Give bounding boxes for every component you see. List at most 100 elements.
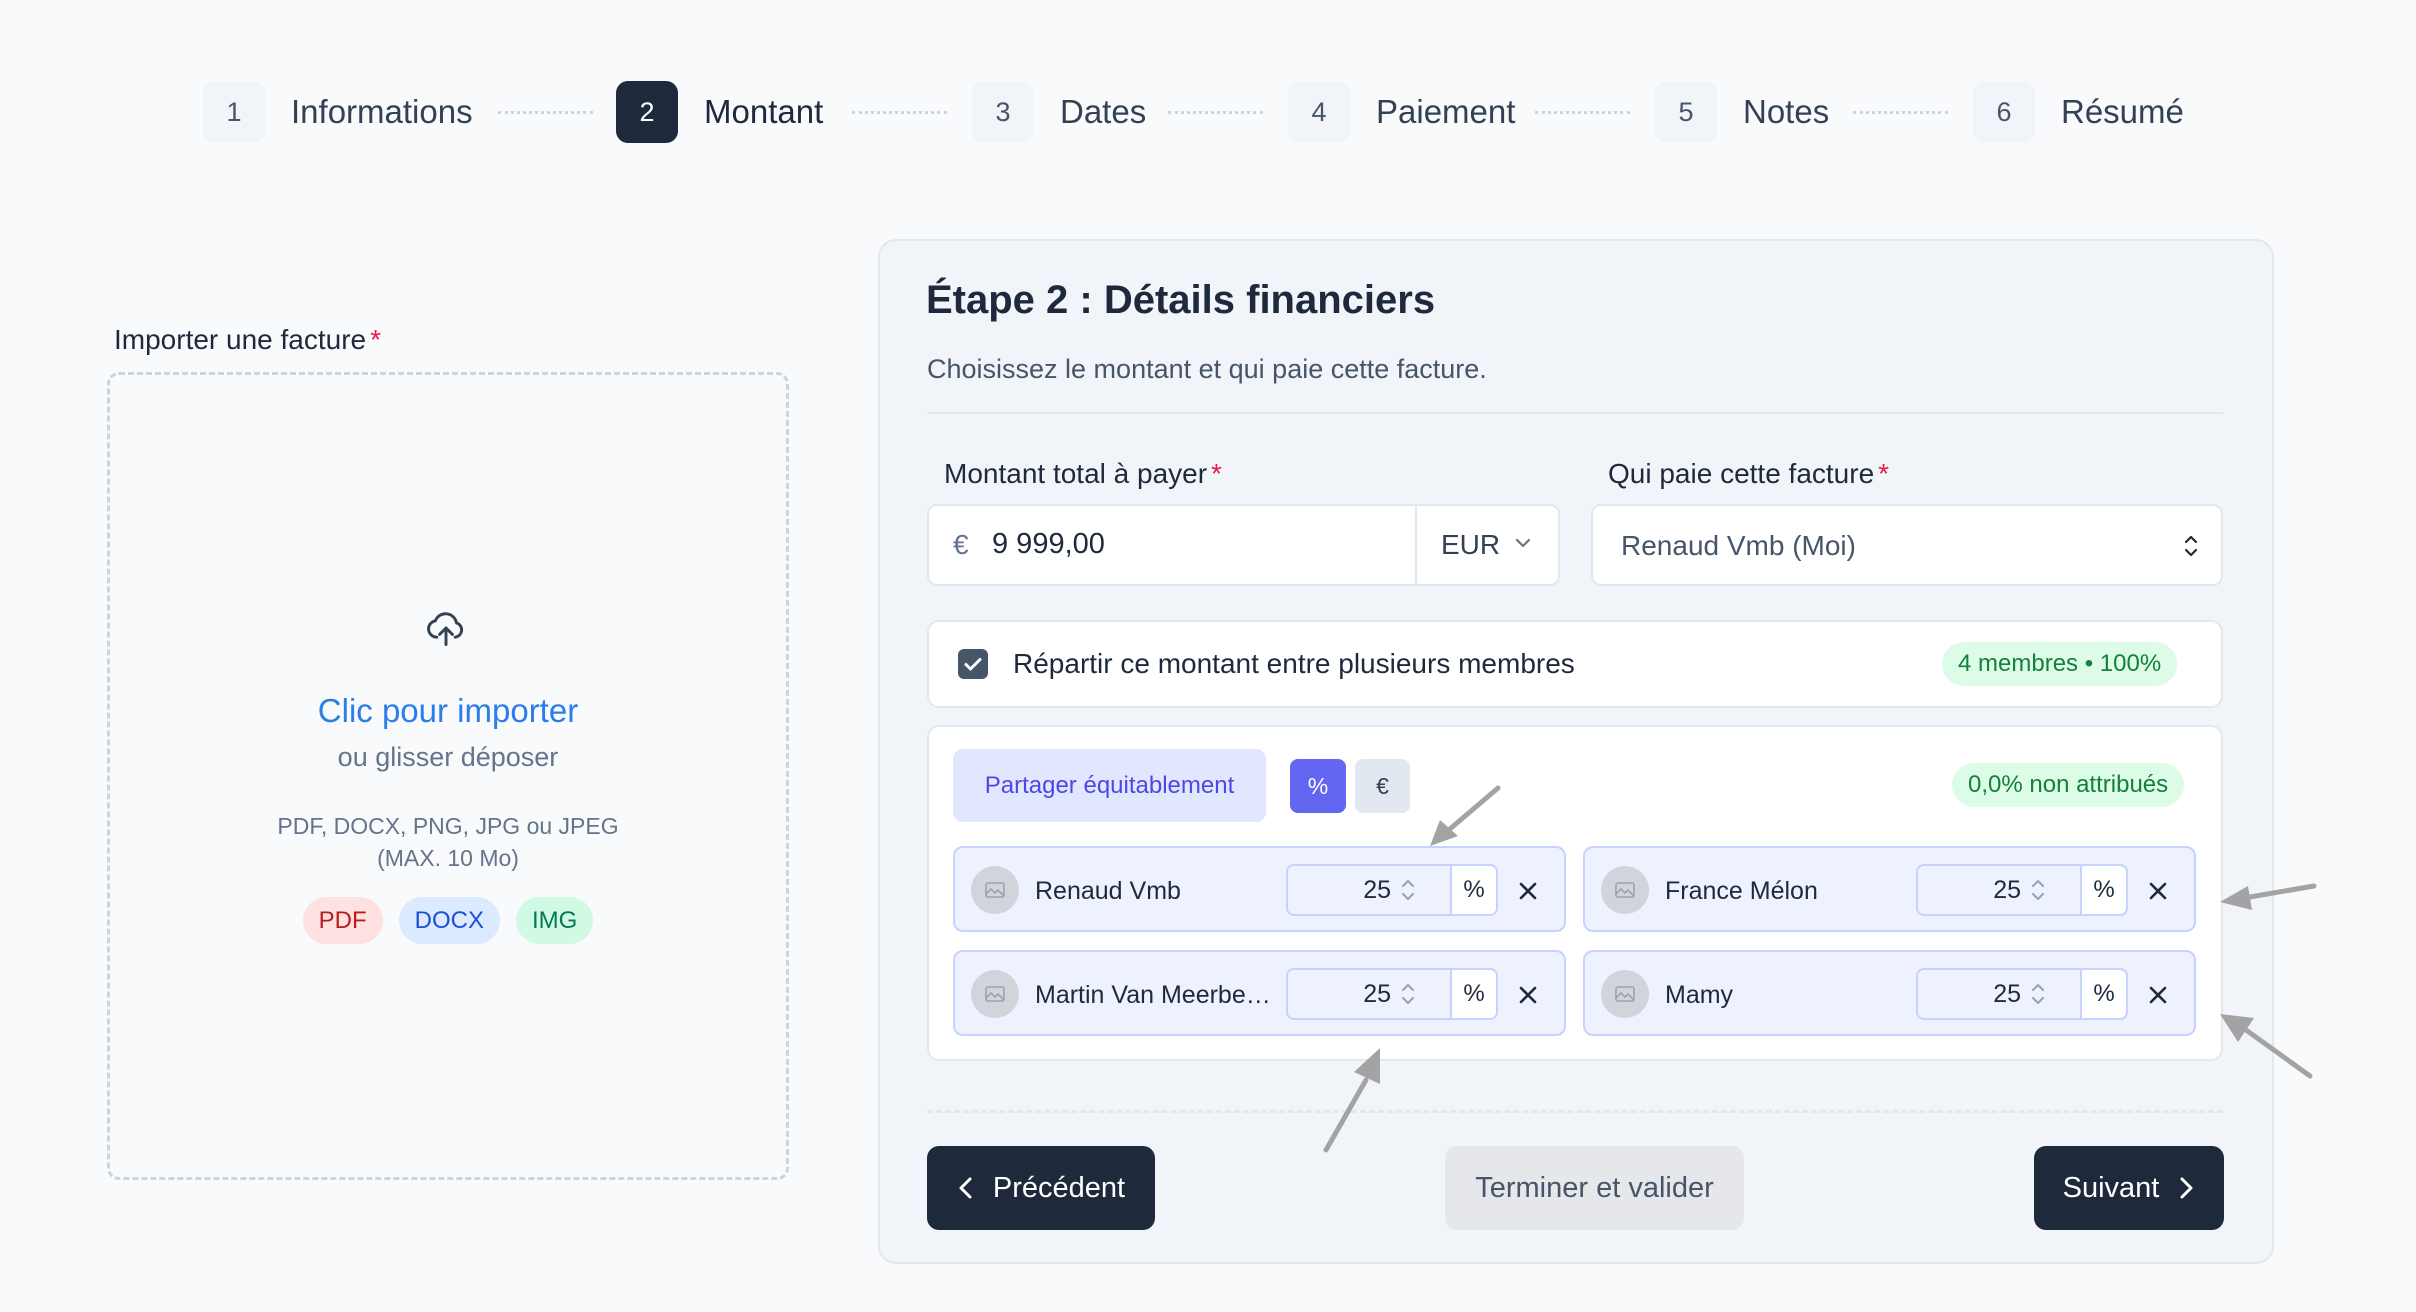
- panel-subtitle: Choisissez le montant et qui paie cette …: [927, 354, 1487, 384]
- step-2[interactable]: 2 Montant: [616, 80, 823, 144]
- member-name: Martin Van Meerbergen: [1035, 981, 1275, 1009]
- share-value[interactable]: 25: [1311, 876, 1391, 905]
- divider: [1415, 506, 1417, 584]
- step-label: Informations: [291, 93, 473, 130]
- step-5[interactable]: 5 Notes: [1655, 80, 1829, 144]
- annotation-arrow-icon: [2220, 1014, 2313, 1079]
- step-6[interactable]: 6 Résumé: [1973, 80, 2184, 144]
- payer-value[interactable]: Renaud Vmb (Moi): [1621, 530, 1856, 562]
- required-mark: *: [370, 324, 382, 355]
- euro-prefix: €: [953, 529, 969, 560]
- split-equally-button[interactable]: Partager équitablement: [953, 749, 1266, 822]
- image-placeholder-icon: [985, 882, 1005, 898]
- step-number: 6: [1973, 81, 2035, 143]
- close-icon[interactable]: [1514, 877, 1542, 905]
- divider: [927, 1110, 2223, 1113]
- step-4[interactable]: 4 Paiement: [1288, 80, 1515, 144]
- stepper: 1 Informations 2 Montant 3 Dates 4 Paiem…: [0, 80, 2416, 144]
- size-limit-line: (MAX. 10 Mo): [377, 845, 519, 871]
- avatar: [1601, 970, 1649, 1018]
- member-card: Mamy 25 %: [1583, 950, 2196, 1036]
- share-value[interactable]: 25: [1941, 876, 2021, 905]
- chevron-updown-icon[interactable]: [2182, 531, 2200, 561]
- step-label: Montant: [704, 93, 824, 130]
- share-value[interactable]: 25: [1311, 980, 1391, 1009]
- step-1[interactable]: 1 Informations: [203, 80, 473, 144]
- image-placeholder-icon: [985, 986, 1005, 1002]
- avatar: [1601, 866, 1649, 914]
- member-card: France Mélon 25 %: [1583, 846, 2196, 932]
- member-name: Mamy: [1665, 981, 1734, 1009]
- member-name: France Mélon: [1665, 877, 1818, 905]
- chip-docx: DOCX: [398, 897, 500, 944]
- close-icon[interactable]: [1514, 981, 1542, 1009]
- format-chips: PDF DOCX IMG: [107, 897, 789, 944]
- step-number: 4: [1288, 81, 1350, 143]
- required-mark: *: [1878, 458, 1890, 489]
- next-button[interactable]: Suivant: [2034, 1146, 2224, 1230]
- stepper-arrows-icon[interactable]: [1399, 876, 1417, 904]
- unassigned-badge: 0,0% non attribués: [1952, 763, 2185, 807]
- formats-line: PDF, DOCX, PNG, JPG ou JPEG: [277, 813, 619, 839]
- mode-percent-button[interactable]: %: [1290, 759, 1346, 813]
- share-unit: %: [2080, 864, 2128, 916]
- avatar: [971, 970, 1019, 1018]
- step-connector: [1853, 111, 1948, 114]
- amount-label-text: Montant total à payer: [944, 458, 1208, 489]
- step-connector: [1535, 111, 1630, 114]
- step-number: 2: [616, 81, 678, 143]
- step-label: Paiement: [1376, 93, 1516, 130]
- annotation-arrow-icon: [1323, 1048, 1380, 1153]
- share-unit: %: [1450, 864, 1498, 916]
- upload-label: Importer une facture *: [114, 324, 381, 356]
- stepper-arrows-icon[interactable]: [2029, 980, 2047, 1008]
- members-status-badge: 4 membres • 100%: [1942, 642, 2178, 686]
- finish-button[interactable]: Terminer et valider: [1445, 1146, 1744, 1230]
- chip-img: IMG: [516, 897, 594, 944]
- divider: [927, 412, 2223, 414]
- check-icon: [964, 658, 982, 671]
- step-connector: [852, 111, 947, 114]
- member-card: Martin Van Meerbergen 25 %: [953, 950, 1566, 1036]
- step-3[interactable]: 3 Dates: [972, 80, 1146, 144]
- panel-title: Étape 2 : Détails financiers: [926, 278, 1436, 322]
- chevron-down-icon[interactable]: [1514, 536, 1532, 550]
- amount-label: Montant total à payer *: [944, 458, 1222, 490]
- amount-value[interactable]: 9 999,00: [992, 528, 1105, 561]
- stepper-arrows-icon[interactable]: [1399, 980, 1417, 1008]
- upload-drag-text: ou glisser déposer: [337, 742, 559, 772]
- upload-label-text: Importer une facture: [114, 324, 367, 355]
- share-unit: %: [2080, 968, 2128, 1020]
- split-checkbox[interactable]: [958, 649, 988, 679]
- cloud-upload-icon: [427, 612, 464, 646]
- split-label: Répartir ce montant entre plusieurs memb…: [1013, 648, 1575, 679]
- currency-select[interactable]: EUR: [1441, 529, 1500, 561]
- upload-click-link[interactable]: Clic pour importer: [107, 692, 789, 730]
- step-connector: [1168, 111, 1263, 114]
- step-label: Résumé: [2061, 93, 2184, 130]
- chevron-right-icon: [2180, 1177, 2193, 1199]
- image-placeholder-icon: [1615, 882, 1635, 898]
- step-connector: [498, 111, 593, 114]
- close-icon[interactable]: [2144, 877, 2172, 905]
- avatar: [971, 866, 1019, 914]
- upload-formats: PDF, DOCX, PNG, JPG ou JPEG (MAX. 10 Mo): [107, 810, 789, 874]
- close-icon[interactable]: [2144, 981, 2172, 1009]
- member-name: Renaud Vmb: [1035, 877, 1181, 905]
- chevron-left-icon: [959, 1177, 972, 1199]
- share-value[interactable]: 25: [1941, 980, 2021, 1009]
- step-label: Dates: [1060, 93, 1147, 130]
- upload-dropzone[interactable]: [107, 372, 789, 1180]
- image-placeholder-icon: [1615, 986, 1635, 1002]
- step-number: 1: [203, 81, 265, 143]
- step-number: 5: [1655, 81, 1717, 143]
- annotation-arrow-icon: [1430, 785, 1501, 846]
- mode-euro-button[interactable]: €: [1355, 759, 1410, 813]
- stepper-arrows-icon[interactable]: [2029, 876, 2047, 904]
- previous-button[interactable]: Précédent: [927, 1146, 1155, 1230]
- previous-label: Précédent: [992, 1171, 1126, 1204]
- payer-label: Qui paie cette facture *: [1608, 458, 1889, 490]
- chip-pdf: PDF: [302, 897, 383, 944]
- member-card: Renaud Vmb 25 %: [953, 846, 1566, 932]
- payer-label-text: Qui paie cette facture: [1608, 458, 1875, 489]
